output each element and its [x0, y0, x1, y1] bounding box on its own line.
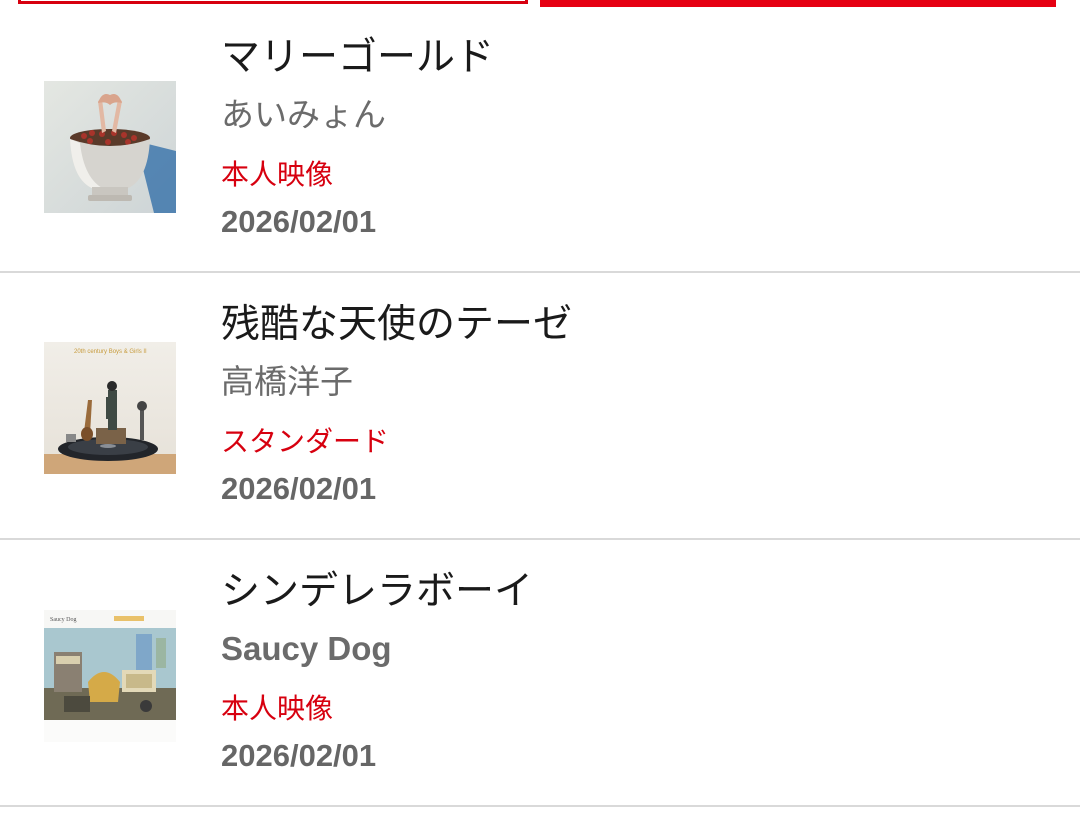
sung-date: 2026/02/01 [221, 471, 377, 506]
album-art-thumbnail: Saucy Dog [44, 610, 176, 742]
song-list-item[interactable]: マリーゴールド あいみょん 本人映像 2026/02/01 [0, 6, 1080, 273]
artist-name: あいみょん [221, 95, 386, 134]
song-title: マリーゴールド [221, 35, 495, 80]
album-art-thumbnail [44, 81, 176, 213]
artist-name: 高橋洋子 [221, 362, 353, 401]
song-list-item[interactable]: 20th century Boys & Girls II 残酷な天使のテーゼ 高… [0, 273, 1080, 540]
song-list-item[interactable]: Saucy Dog シンデレラボーイ Saucy Dog 本人映像 2026/0… [0, 540, 1080, 807]
album-art-thumbnail: 20th century Boys & Girls II [44, 342, 176, 474]
album-art-bowl-hands-image [44, 81, 176, 213]
song-title: 残酷な天使のテーゼ [221, 302, 573, 347]
video-type-label: スタンダード [221, 425, 390, 458]
karaoke-history-page: マリーゴールド あいみょん 本人映像 2026/02/01 20th centu… [0, 0, 1080, 820]
song-title: シンデレラボーイ [221, 569, 534, 614]
album-art-figure-record-image: 20th century Boys & Girls II [44, 342, 176, 474]
video-type-label: 本人映像 [221, 692, 334, 725]
sung-date: 2026/02/01 [221, 738, 377, 773]
song-list: マリーゴールド あいみょん 本人映像 2026/02/01 20th centu… [0, 6, 1080, 807]
video-type-label: 本人映像 [221, 158, 334, 191]
sung-date: 2026/02/01 [221, 204, 377, 239]
artist-name: Saucy Dog [221, 630, 392, 667]
tab-left[interactable] [18, 0, 528, 4]
album-art-room-scene-image: Saucy Dog [44, 610, 176, 742]
album-art-caption: 20th century Boys & Girls II [74, 349, 147, 355]
album-art-caption: Saucy Dog [50, 617, 77, 623]
